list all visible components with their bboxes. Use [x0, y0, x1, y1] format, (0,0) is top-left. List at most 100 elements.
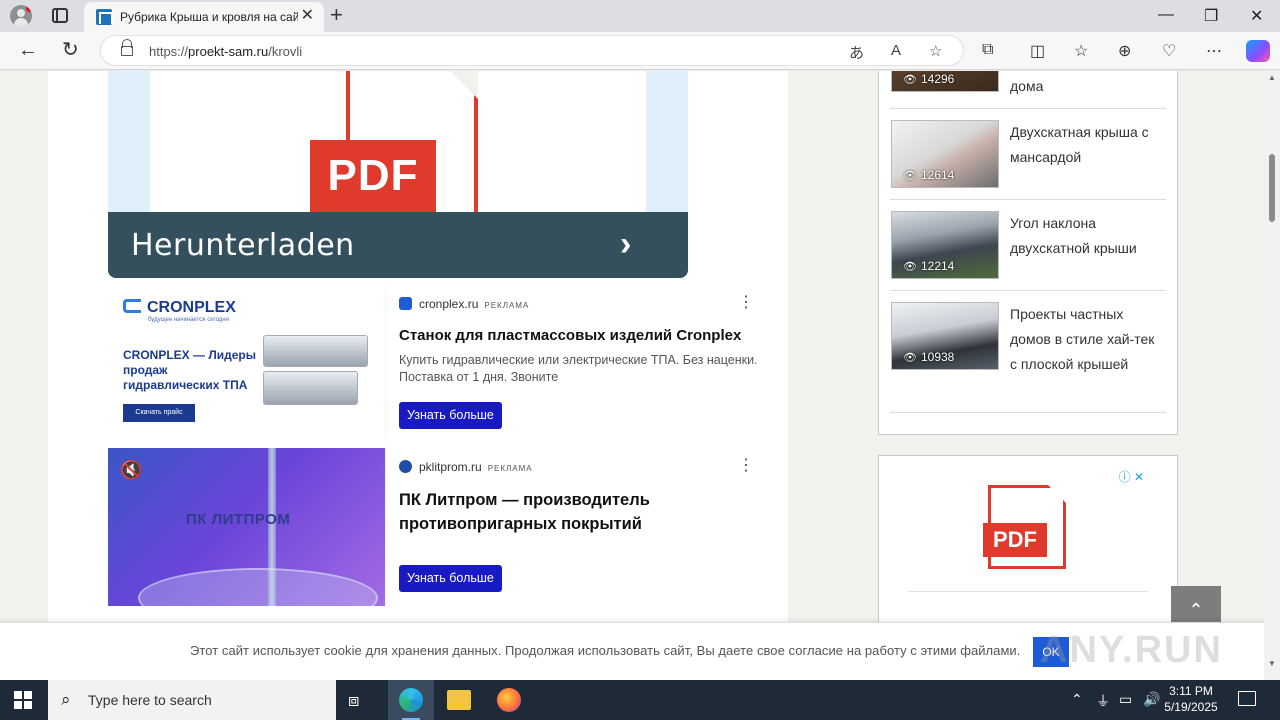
view-count-value: 14296: [920, 72, 955, 86]
view-count-value: 12214: [920, 259, 955, 273]
tab-title: Рубрика Крыша и кровля на сайте: [120, 10, 298, 24]
cronplex-headline: CRONPLEX — Лидеры продаж гидравлических …: [123, 348, 257, 392]
back-arrow-icon[interactable]: ←: [18, 40, 38, 60]
more-options-icon[interactable]: ⋮: [738, 295, 754, 311]
mute-icon[interactable]: 🔇: [120, 460, 142, 481]
ad-info-close-icon[interactable]: ⓘ ✕: [1119, 468, 1144, 485]
show-hidden-icons-icon[interactable]: ⌃: [1071, 691, 1083, 708]
popular-post-item[interactable]: 👁 14296 дома: [890, 71, 1166, 109]
browser-tab-active[interactable]: Рубрика Крыша и кровля на сайте ✕: [84, 2, 324, 32]
address-bar[interactable]: https://proekt-sam.ru/krovli あ A ☆: [100, 35, 964, 66]
post-thumbnail[interactable]: 👁 14296: [891, 71, 999, 92]
popular-post-item[interactable]: 👁 12614 Двухскатная крыша с мансардой: [890, 109, 1166, 200]
download-label: Herunterladen: [131, 228, 355, 263]
view-count: 👁 12214: [903, 259, 954, 273]
ad-domain[interactable]: cronplex.ru РЕКЛАМА: [399, 297, 529, 311]
firefox-icon[interactable]: [497, 688, 521, 712]
scroll-down-icon[interactable]: ▼: [1268, 659, 1276, 668]
extensions-icon[interactable]: ⧉: [982, 41, 993, 59]
ad-video[interactable]: ПК ЛИТПРОМ 🔇: [108, 448, 385, 606]
restore-icon[interactable]: ❐: [1204, 6, 1218, 26]
file-explorer-icon[interactable]: [447, 690, 471, 710]
eye-icon: 👁: [903, 261, 917, 273]
learn-more-button[interactable]: Узнать больше: [399, 565, 502, 592]
favorites-icon[interactable]: ☆: [1074, 41, 1088, 61]
ad-domain[interactable]: pklitprom.ru РЕКЛАМА: [399, 460, 533, 474]
split-screen-icon[interactable]: ◫: [1030, 41, 1045, 61]
learn-more-button[interactable]: Узнать больше: [399, 402, 502, 429]
cronplex-download-button[interactable]: Скачать прайс: [123, 404, 195, 422]
ad-card-cronplex[interactable]: CRONPLEX будущее начинается сегодня CRON…: [108, 285, 768, 443]
popular-post-item[interactable]: 👁 12214 Угол наклона двухскатной крыши: [890, 200, 1166, 291]
post-title[interactable]: дома: [1010, 74, 1160, 99]
chevron-right-icon[interactable]: ›: [620, 227, 631, 261]
post-title[interactable]: Угол наклона двухскатной крыши: [1010, 211, 1160, 261]
settings-more-icon[interactable]: ⋯: [1206, 41, 1222, 61]
ad-image[interactable]: CRONPLEX будущее начинается сегодня CRON…: [108, 285, 385, 443]
pdf-badge: PDF: [983, 523, 1047, 557]
usb-device-icon[interactable]: ⏚: [1096, 691, 1110, 711]
ad-favicon-icon: [399, 297, 412, 310]
performance-icon[interactable]: ♡: [1162, 41, 1176, 61]
eye-icon: 👁: [903, 74, 917, 86]
tab-actions-icon[interactable]: [52, 8, 68, 23]
ad-title[interactable]: ПК Литпром — производитель противопригар…: [399, 488, 759, 536]
tab-close-icon[interactable]: ✕: [301, 8, 314, 24]
post-thumbnail[interactable]: 👁 10938: [891, 302, 999, 370]
taskbar-app-edge[interactable]: [388, 680, 434, 720]
collections-icon[interactable]: ⊕: [1118, 41, 1131, 61]
pdf-download-ad[interactable]: PDF Herunterladen ›: [108, 71, 688, 278]
ad-video-frame: ПК ЛИТПРОМ: [108, 448, 385, 606]
ad-favicon-icon: [399, 460, 412, 473]
page-scrollbar[interactable]: ▲ ▼: [1264, 71, 1280, 680]
eye-icon: 👁: [903, 170, 917, 182]
copilot-icon[interactable]: [1246, 40, 1270, 62]
notifications-icon[interactable]: [1238, 691, 1256, 706]
watermark-logo: ANY.RUN: [1040, 629, 1223, 671]
download-bar[interactable]: Herunterladen ›: [108, 212, 688, 278]
search-placeholder: Type here to search: [88, 692, 212, 708]
ad-description: Купить гидравлические или электрические …: [399, 353, 758, 384]
post-title[interactable]: Двухскатная крыша с мансардой: [1010, 120, 1160, 170]
cookie-banner: Этот сайт использует cookie для хранения…: [0, 622, 1264, 680]
cronplex-logo: CRONPLEX: [123, 299, 236, 317]
ad-card-pklitprom[interactable]: ПК ЛИТПРОМ 🔇 pklitprom.ru РЕКЛАМА ⋮ ПК Ли…: [108, 448, 768, 606]
scroll-up-icon[interactable]: ▲: [1268, 73, 1276, 82]
post-title[interactable]: Проекты частных домов в стиле хай-тек с …: [1010, 302, 1160, 377]
popular-post-item[interactable]: 👁 10938 Проекты частных домов в стиле хай…: [890, 291, 1166, 413]
main-column: PDF Herunterladen › CRONPLEX будущее нач…: [48, 71, 788, 680]
ad-title[interactable]: Станок для пластмассовых изделий Cronple…: [399, 325, 759, 347]
ad-text-block: cronplex.ru РЕКЛАМА ⋮ Станок для пластмас…: [386, 285, 768, 443]
address-toolbar: ← ↻ https://proekt-sam.ru/krovli あ A ☆ ⧉…: [0, 32, 1280, 70]
network-icon[interactable]: ▭: [1119, 691, 1132, 708]
task-view-icon[interactable]: ⧈: [348, 690, 372, 714]
tab-strip: Рубрика Крыша и кровля на сайте ✕ + — ❐ …: [0, 0, 1280, 32]
post-thumbnail[interactable]: 👁 12614: [891, 120, 999, 188]
post-thumbnail[interactable]: 👁 12214: [891, 211, 999, 279]
ad-label: РЕКЛАМА: [484, 301, 530, 310]
url-host: proekt-sam.ru: [188, 44, 269, 59]
more-options-icon[interactable]: ⋮: [738, 458, 754, 474]
read-aloud-icon[interactable]: A: [891, 42, 901, 59]
view-count: 👁 10938: [903, 350, 954, 364]
edge-icon: [399, 688, 423, 712]
volume-icon[interactable]: 🔊: [1143, 691, 1160, 708]
pklitprom-logo: ПК ЛИТПРОМ: [186, 511, 291, 528]
view-count-value: 10938: [920, 350, 955, 364]
windows-start-icon[interactable]: [14, 691, 32, 709]
scrollbar-thumb[interactable]: [1269, 154, 1275, 222]
favorite-star-icon[interactable]: ☆: [929, 42, 942, 60]
new-tab-icon[interactable]: +: [330, 4, 343, 26]
translate-icon[interactable]: あ: [849, 42, 864, 63]
system-clock[interactable]: 3:11 PM 5/19/2025: [1160, 683, 1222, 715]
taskbar: ⌕ Type here to search ⧈ ⌃ ⏚ ▭ 🔊 3:11 PM …: [0, 680, 1280, 720]
machine-image: [263, 371, 358, 405]
taskbar-search[interactable]: ⌕ Type here to search: [48, 680, 336, 720]
url-prefix: https://: [149, 44, 189, 59]
refresh-icon[interactable]: ↻: [62, 40, 79, 60]
window-close-icon[interactable]: ✕: [1250, 6, 1263, 26]
profile-avatar-icon[interactable]: [10, 5, 32, 27]
clock-time: 3:11 PM: [1169, 684, 1213, 698]
minimize-icon[interactable]: —: [1158, 6, 1174, 24]
lock-icon[interactable]: [121, 39, 133, 56]
